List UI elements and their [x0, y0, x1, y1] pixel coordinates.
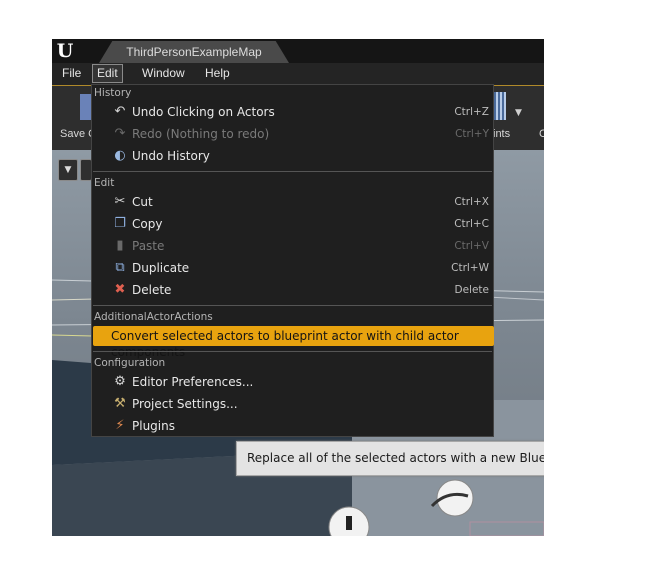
undo-icon: ↶ [114, 104, 126, 119]
section-header-edit: Edit [94, 177, 115, 189]
menu-item-label: Undo History [132, 149, 210, 163]
menu-item-label: Undo Clicking on Actors [132, 105, 275, 119]
menu-item-label: Copy [132, 217, 163, 231]
redo-icon: ↷ [114, 126, 126, 141]
menu-item-undo-history[interactable]: ◐ Undo History [92, 145, 493, 167]
menu-item-delete[interactable]: ✖ Delete Delete [92, 279, 493, 301]
menu-item-plugins[interactable]: ⚡ Plugins [92, 415, 493, 437]
menu-item-duplicate[interactable]: ⧉ Duplicate Ctrl+W [92, 257, 493, 279]
undo-history-icon: ◐ [114, 148, 126, 163]
menu-item-shortcut: Ctrl+W [451, 262, 489, 274]
menu-help[interactable]: Help [201, 65, 234, 82]
menu-separator [93, 171, 492, 172]
menu-item-label: Cut [132, 195, 153, 209]
menu-item-label: Delete [132, 283, 172, 297]
menu-item-copy[interactable]: ❐ Copy Ctrl+C [92, 213, 493, 235]
viewport-options-button[interactable]: ▼ [58, 159, 78, 181]
menu-item-shortcut: Ctrl+C [454, 218, 489, 230]
menu-item-label: Project Settings... [132, 397, 238, 411]
section-header-configuration: Configuration [94, 357, 166, 369]
menu-item-label: Convert selected actors to blueprint act… [111, 329, 459, 359]
scissors-icon: ✂ [114, 194, 126, 209]
menu-item-editor-preferences[interactable]: ⚙ Editor Preferences... [92, 371, 493, 393]
title-bar: U ThirdPersonExampleMap [52, 39, 544, 63]
menu-item-label: Plugins [132, 419, 175, 433]
menu-item-shortcut: Ctrl+Z [454, 106, 489, 118]
menu-item-shortcut: Ctrl+Y [455, 128, 489, 140]
duplicate-icon: ⧉ [115, 260, 125, 275]
menu-separator [93, 305, 492, 306]
copy-icon: ❐ [114, 216, 126, 231]
project-settings-icon: ⚒ [114, 396, 126, 411]
menu-item-shortcut: Ctrl+X [454, 196, 489, 208]
menu-item-cut[interactable]: ✂ Cut Ctrl+X [92, 191, 493, 213]
menu-item-shortcut: Delete [454, 284, 490, 296]
paste-icon: ▮ [116, 238, 124, 253]
menu-window[interactable]: Window [138, 65, 189, 82]
section-header-history: History [94, 87, 132, 99]
menu-bar: File Edit Window Help [52, 63, 544, 85]
edit-menu-dropdown: History ↶ Undo Clicking on Actors Ctrl+Z… [91, 84, 494, 437]
menu-file[interactable]: File [58, 65, 85, 82]
menu-item-project-settings[interactable]: ⚒ Project Settings... [92, 393, 493, 415]
plugins-icon: ⚡ [115, 418, 125, 433]
menu-item-shortcut: Ctrl+V [454, 240, 489, 252]
map-tab-label: ThirdPersonExampleMap [126, 45, 262, 59]
menu-item-undo[interactable]: ↶ Undo Clicking on Actors Ctrl+Z [92, 101, 493, 123]
editor-preferences-icon: ⚙ [114, 374, 126, 389]
menu-item-label: Editor Preferences... [132, 375, 254, 389]
menu-item-label: Duplicate [132, 261, 190, 275]
menu-item-paste[interactable]: ▮ Paste Ctrl+V [92, 235, 493, 257]
menu-separator [93, 351, 492, 352]
menu-item-redo[interactable]: ↷ Redo (Nothing to redo) Ctrl+Y [92, 123, 493, 145]
menu-item-label: Redo (Nothing to redo) [132, 127, 270, 141]
menu-edit[interactable]: Edit [92, 64, 123, 83]
toolbar-next-label[interactable]: C [539, 128, 544, 140]
section-header-additional-actor-actions: AdditionalActorActions [94, 311, 213, 323]
menu-item-label: Paste [132, 239, 165, 253]
blueprints-button-label[interactable]: ints [493, 128, 510, 140]
chevron-down-icon[interactable]: ▼ [515, 108, 522, 118]
tab-third-person-example-map[interactable]: ThirdPersonExampleMap [99, 41, 289, 63]
unreal-engine-logo-icon[interactable]: U [54, 41, 76, 61]
delete-icon: ✖ [114, 282, 126, 297]
menu-item-convert-to-blueprint[interactable]: Convert selected actors to blueprint act… [93, 326, 494, 359]
